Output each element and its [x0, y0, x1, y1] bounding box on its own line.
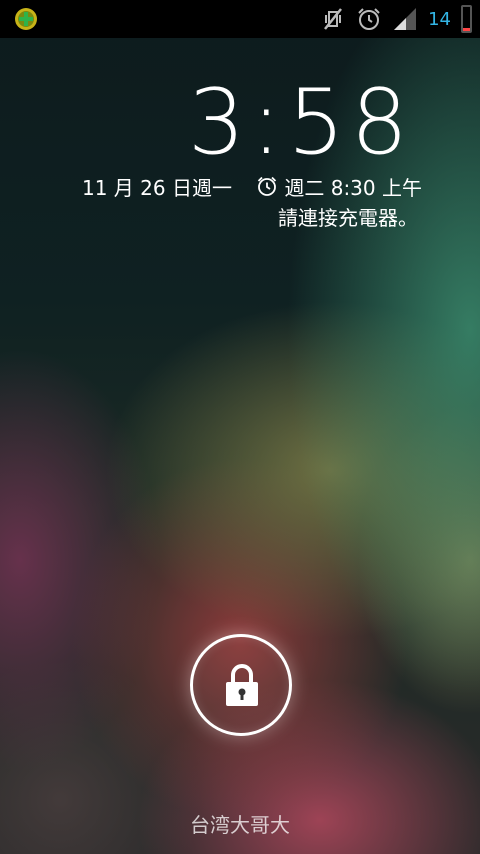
alarm-clock-icon	[258, 176, 277, 196]
carrier-label: 台湾大哥大	[190, 813, 290, 837]
battery-level-text: 14	[428, 8, 451, 30]
battery-fill	[463, 27, 470, 31]
charging-message: 請連接充電器。	[278, 206, 418, 230]
signal-strength-icon	[394, 8, 417, 30]
app-notification-icon	[15, 8, 37, 30]
next-alarm-text: 週二 8:30 上午	[284, 175, 422, 200]
unlock-handle[interactable]	[190, 634, 292, 736]
lock-icon	[226, 664, 258, 706]
next-alarm: 週二 8:30 上午	[256, 172, 422, 201]
battery-icon	[461, 5, 472, 33]
status-bar: 14	[0, 0, 480, 38]
lockscreen-clock: 3:58	[187, 70, 414, 175]
alarm-icon	[358, 8, 380, 30]
date-alarm-row: 11 月 26 日週一 週二 8:30 上午	[82, 172, 422, 200]
lockscreen-date: 11 月 26 日週一	[82, 175, 232, 200]
vibrate-muted-icon	[324, 8, 343, 30]
